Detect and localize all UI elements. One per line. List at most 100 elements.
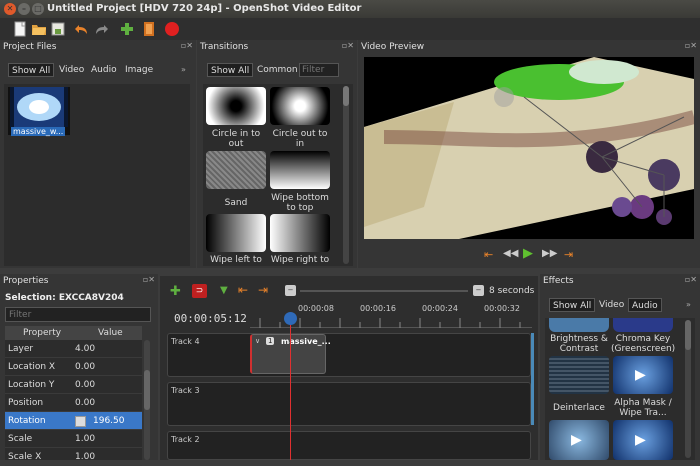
transitions-scrollbar[interactable]: [343, 86, 349, 264]
zoom-label: 8 seconds: [489, 286, 535, 296]
snapping-icon[interactable]: ⊃: [192, 284, 207, 298]
video-frame-image: [364, 57, 694, 239]
video-thumbnail-icon: [10, 87, 68, 127]
property-row[interactable]: Scale 1.00: [5, 430, 142, 448]
col-property: Property: [23, 328, 62, 338]
effect-label: Chroma Key (Greenscreen): [611, 334, 676, 354]
transition-label: Wipe bottom to top: [271, 193, 329, 213]
transition-thumb[interactable]: [206, 214, 266, 252]
transition-label: Wipe right to: [270, 255, 330, 265]
play-icon: ▶: [571, 432, 582, 448]
dock-close-icon[interactable]: ▫✕: [181, 41, 193, 50]
effects-filter-video[interactable]: Video: [596, 298, 627, 312]
transitions-title: Transitions: [200, 42, 249, 52]
project-files-filter-audio[interactable]: Audio: [88, 63, 120, 77]
effects-filter-audio[interactable]: Audio: [628, 298, 662, 312]
undo-icon[interactable]: [73, 21, 89, 37]
effects-title: Effects: [543, 276, 574, 286]
selection-label: Selection: EXCCA8V204: [5, 293, 124, 303]
transition-label: Wipe left to: [210, 255, 262, 265]
effect-thumb[interactable]: [613, 318, 673, 332]
effect-thumb[interactable]: ▶: [613, 356, 673, 394]
new-project-icon[interactable]: [12, 21, 28, 37]
properties-scrollbar[interactable]: [144, 340, 150, 460]
play-icon: ▶: [635, 367, 646, 383]
timeline-track[interactable]: Track 4: [167, 333, 531, 377]
keyframe-icon: [75, 416, 86, 427]
dock-close-icon[interactable]: ▫✕: [143, 275, 155, 284]
zoom-in-icon[interactable]: −: [473, 285, 484, 296]
transitions-list: Circle in to out Circle out to in Sand W…: [203, 84, 353, 266]
jump-to-end-icon[interactable]: ⇥: [564, 248, 573, 261]
timeline-scrollbar[interactable]: [531, 333, 534, 425]
timeline-clip[interactable]: ∨ 1 massive_...: [250, 334, 331, 374]
ruler-label: 00:00:16: [360, 304, 396, 313]
window-title: Untitled Project [HDV 720 24p] - OpenSho…: [47, 3, 362, 14]
timeline-track[interactable]: Track 3: [167, 382, 531, 426]
effect-thumb[interactable]: [549, 318, 609, 332]
property-row[interactable]: Layer 4.00: [5, 340, 142, 358]
maximize-window-button[interactable]: □: [32, 3, 44, 15]
more-chevron-icon[interactable]: »: [181, 65, 186, 74]
close-window-button[interactable]: ✕: [4, 3, 16, 15]
property-row[interactable]: Location X 0.00: [5, 358, 142, 376]
save-project-icon[interactable]: [50, 21, 66, 37]
properties-filter-input[interactable]: [5, 307, 151, 322]
list-item[interactable]: massive_w...: [8, 87, 70, 136]
transition-thumb[interactable]: [206, 87, 266, 125]
export-video-icon[interactable]: [164, 21, 180, 37]
redo-icon[interactable]: [94, 21, 110, 37]
effect-label: Deinterlace: [553, 403, 605, 413]
transitions-filter-input[interactable]: [299, 63, 339, 77]
transition-thumb[interactable]: [270, 151, 330, 189]
jump-to-start-icon[interactable]: ⇤: [484, 248, 493, 261]
dock-close-icon[interactable]: ▫✕: [342, 41, 354, 50]
timecode-display: 00:00:05:12: [174, 312, 247, 325]
timeline-track[interactable]: Track 2: [167, 431, 531, 460]
import-files-icon[interactable]: [119, 21, 135, 37]
dock-close-icon[interactable]: ▫✕: [685, 275, 697, 284]
effect-thumb[interactable]: ▶: [549, 420, 609, 460]
effect-label: Brightness & Contrast: [550, 334, 608, 354]
effects-filter-show-all[interactable]: Show All: [549, 298, 596, 312]
project-files-filter-show-all[interactable]: Show All: [8, 63, 55, 77]
dock-close-icon[interactable]: ▫✕: [685, 41, 697, 50]
transition-thumb[interactable]: [270, 214, 330, 252]
property-row[interactable]: Position 0.00: [5, 394, 142, 412]
effect-thumb[interactable]: ▶: [613, 420, 673, 460]
next-marker-icon[interactable]: ⇥: [258, 283, 268, 297]
clip-menu-icon[interactable]: ∨: [255, 337, 260, 345]
playhead-line[interactable]: [290, 316, 291, 460]
zoom-slider[interactable]: [300, 290, 468, 292]
minimize-window-button[interactable]: –: [18, 3, 30, 15]
effect-thumb[interactable]: [549, 356, 609, 394]
window-titlebar: ✕ – □ Untitled Project [HDV 720 24p] - O…: [0, 0, 700, 18]
add-marker-icon[interactable]: ▼: [220, 285, 228, 296]
transitions-filter-common[interactable]: Common: [254, 63, 301, 77]
project-files-filter-image[interactable]: Image: [122, 63, 156, 77]
project-files-filter-video[interactable]: Video: [56, 63, 87, 77]
previous-marker-icon[interactable]: ⇤: [238, 283, 248, 297]
transition-thumb[interactable]: [270, 87, 330, 125]
fast-forward-icon[interactable]: ▶▶: [542, 248, 557, 259]
open-project-icon[interactable]: [31, 21, 47, 37]
main-toolbar: [0, 18, 700, 40]
effects-scrollbar[interactable]: [685, 320, 691, 458]
add-track-icon[interactable]: ✚: [170, 284, 181, 299]
playhead-handle[interactable]: [284, 312, 297, 325]
property-row[interactable]: Location Y 0.00: [5, 376, 142, 394]
play-icon[interactable]: ▶: [523, 246, 533, 261]
properties-title: Properties: [3, 276, 49, 286]
clip-label: massive_...: [281, 337, 331, 346]
property-row[interactable]: Scale X 1.00: [5, 448, 142, 466]
clip-number: 1: [266, 337, 275, 345]
zoom-out-icon[interactable]: −: [285, 285, 296, 296]
rewind-icon[interactable]: ◀◀: [503, 248, 518, 259]
transition-thumb[interactable]: [206, 151, 266, 189]
more-chevron-icon[interactable]: »: [686, 300, 691, 309]
col-value: Value: [98, 328, 123, 338]
choose-profile-icon[interactable]: [141, 21, 157, 37]
transitions-filter-show-all[interactable]: Show All: [207, 63, 254, 77]
play-icon: ▶: [635, 432, 646, 448]
property-row-selected[interactable]: Rotation 196.50: [5, 412, 142, 430]
